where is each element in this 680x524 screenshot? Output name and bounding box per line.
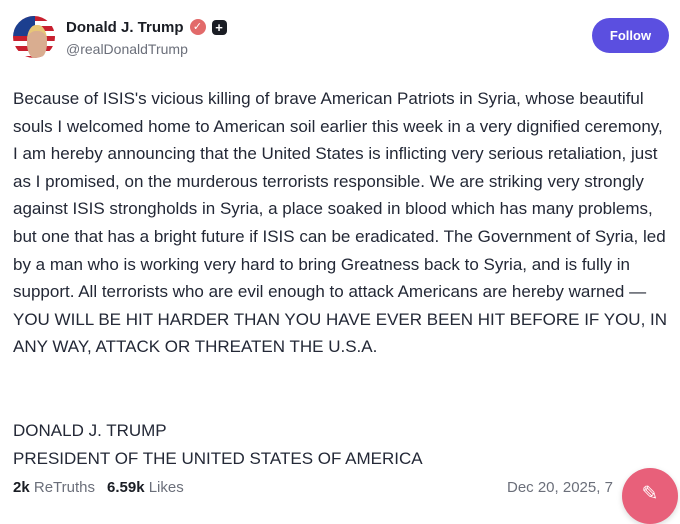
likes-count: 6.59k [107,479,145,496]
author-display-name[interactable]: Donald J. Trump [66,19,184,36]
retruths-label: ReTruths [33,479,95,496]
plus-badge-icon: + [211,19,227,35]
post-signature: DONALD J. TRUMP PRESIDENT OF THE UNITED … [13,417,653,472]
author-handle[interactable]: @realDonaldTrump [66,41,188,57]
avatar[interactable] [13,16,55,58]
signature-name: DONALD J. TRUMP [13,421,167,440]
post-body: Because of ISIS's vicious killing of bra… [13,89,668,357]
post-date: Dec 20, 2025, 7 [507,479,613,496]
verified-check-icon: ✓ [189,19,206,35]
likes-label: Likes [148,479,184,496]
compose-pencil-icon[interactable]: ✎ [622,468,678,524]
post-stats: 2k ReTruths 6.59k Likes [13,479,184,496]
follow-button[interactable]: Follow [592,18,669,53]
retruths-count: 2k [13,479,30,496]
likes-stat[interactable]: 6.59k Likes [107,479,184,496]
author-name-row: Donald J. Trump ✓ + [66,17,227,37]
signature-title: PRESIDENT OF THE UNITED STATES OF AMERIC… [13,448,423,468]
post-header: Donald J. Trump ✓ + @realDonaldTrump Fol… [13,14,669,60]
avatar-face [27,25,47,58]
retruths-stat[interactable]: 2k ReTruths [13,479,95,496]
